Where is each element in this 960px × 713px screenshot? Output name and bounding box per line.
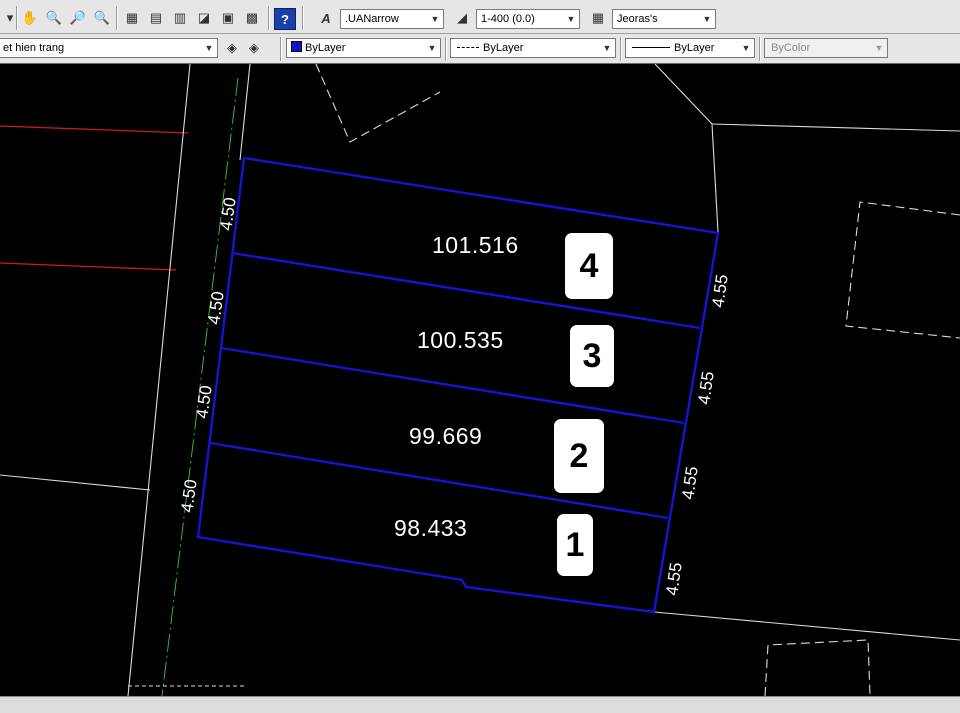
- help-icon[interactable]: ?: [274, 8, 296, 30]
- standard-toolbar: ▾ ✋ 🔍 🔎 🔍 ▦ ▤ ▥ ◪ ▣ ▩ ? A .UANarrow ▼ ◢ …: [0, 0, 960, 34]
- context-lines: [0, 64, 960, 696]
- drawing-geometry: [0, 64, 960, 696]
- drawing-canvas[interactable]: 101.516 100.535 99.669 98.433 4 3 2 1 4.…: [0, 64, 960, 696]
- properties-icon[interactable]: ▦: [122, 8, 142, 28]
- design-center-icon[interactable]: ▤: [146, 8, 166, 28]
- lineweight-control-select[interactable]: ByLayer ▼: [625, 38, 755, 58]
- chevron-down-icon: ▼: [430, 14, 440, 24]
- dropdown-arrow-icon[interactable]: ▾: [0, 8, 20, 28]
- lot-2-area: 99.669: [409, 423, 483, 449]
- chevron-down-icon: ▼: [602, 43, 612, 53]
- linetype-preview: [457, 47, 479, 48]
- lot-4-number-badge: 4: [565, 233, 613, 299]
- chevron-down-icon: ▼: [566, 14, 576, 24]
- chevron-down-icon: ▼: [204, 43, 214, 53]
- properties-toolbar: et hien trang ▼ ◈ ◈ ByLayer ▼ ByLayer ▼ …: [0, 34, 960, 64]
- markup-icon[interactable]: ▣: [218, 8, 238, 28]
- color-swatch: [291, 41, 302, 52]
- calculator-icon[interactable]: ▩: [242, 8, 262, 28]
- status-bar: [0, 696, 960, 713]
- table-style-icon[interactable]: ▦: [588, 8, 608, 28]
- lot-2-number-badge: 2: [554, 419, 604, 493]
- chevron-down-icon: ▼: [741, 43, 751, 53]
- dimension-style-icon[interactable]: ◢: [452, 8, 472, 28]
- table-style-select[interactable]: Jeoras's ▼: [612, 9, 716, 29]
- make-layer-current-icon[interactable]: ◈: [222, 38, 242, 58]
- color-control-select[interactable]: ByLayer ▼: [286, 38, 441, 58]
- lot-boundaries: [196, 156, 720, 614]
- lot-3-number-badge: 3: [570, 325, 614, 387]
- layer-previous-icon[interactable]: ◈: [244, 38, 264, 58]
- zoom-previous-icon[interactable]: 🔍: [92, 8, 112, 28]
- lot-3-area: 100.535: [417, 327, 504, 353]
- chevron-down-icon: ▼: [427, 43, 437, 53]
- text-style-select[interactable]: .UANarrow ▼: [340, 9, 444, 29]
- text-style-icon[interactable]: A: [316, 8, 336, 28]
- chevron-down-icon: ▼: [702, 14, 712, 24]
- sheet-set-icon[interactable]: ◪: [194, 8, 214, 28]
- zoom-window-icon[interactable]: 🔎: [68, 8, 88, 28]
- lot-1-number-badge: 1: [557, 514, 593, 576]
- lot-1-area: 98.433: [394, 515, 468, 541]
- layer-select[interactable]: et hien trang ▼: [0, 38, 218, 58]
- dimension-style-select[interactable]: 1-400 (0.0) ▼: [476, 9, 580, 29]
- plotstyle-control-select[interactable]: ByColor ▼: [764, 38, 888, 58]
- lot-4-area: 101.516: [432, 232, 519, 258]
- pan-icon[interactable]: ✋: [20, 8, 40, 28]
- red-lines: [0, 125, 189, 271]
- linetype-control-select[interactable]: ByLayer ▼: [450, 38, 616, 58]
- chevron-down-icon: ▼: [874, 43, 884, 53]
- tool-palettes-icon[interactable]: ▥: [170, 8, 190, 28]
- lineweight-preview: [632, 47, 670, 48]
- zoom-realtime-icon[interactable]: 🔍: [44, 8, 64, 28]
